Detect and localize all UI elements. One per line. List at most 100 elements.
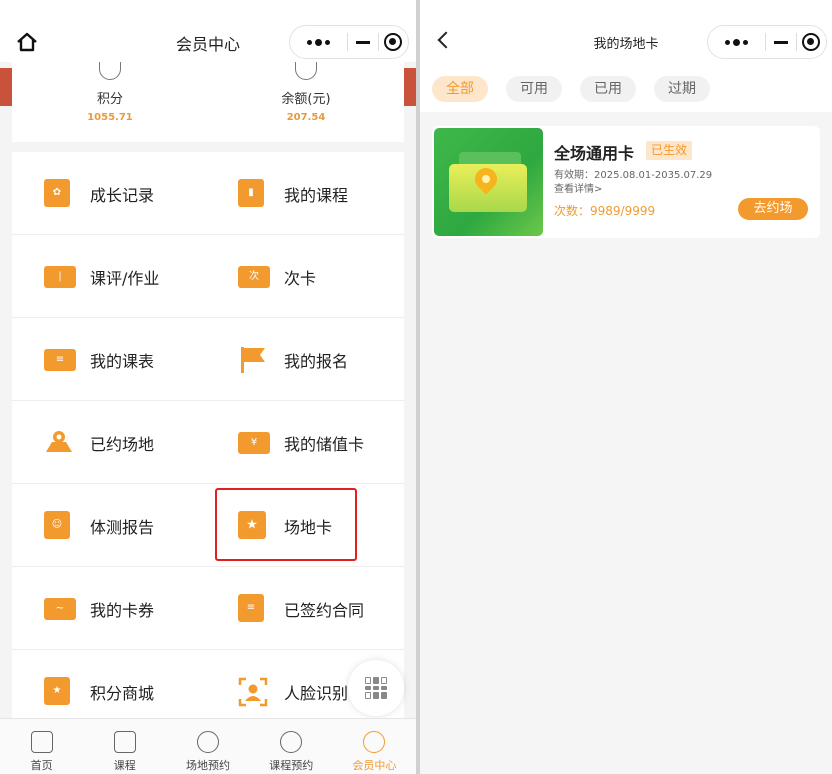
- menu-item-label: 体测报告: [90, 517, 155, 537]
- bag-icon: [113, 731, 136, 753]
- menu-item-my-registrations[interactable]: 我的报名: [238, 318, 404, 401]
- home-icon: [30, 731, 53, 753]
- menu-item-reviews-homework[interactable]: | 课评/作业: [44, 235, 234, 318]
- background-banner-edge: [0, 68, 12, 106]
- filter-used[interactable]: 已用: [580, 76, 636, 102]
- menu-item-timetable[interactable]: ≡ 我的课表: [44, 318, 234, 401]
- menu-row: 已约场地 ¥ 我的储值卡: [12, 401, 404, 484]
- tab-label: 课程预约: [269, 759, 314, 772]
- menu-item-label: 我的报名: [284, 351, 349, 371]
- open-book-icon: |: [44, 262, 76, 292]
- coupon-icon: ~: [44, 594, 76, 624]
- filter-all[interactable]: 全部: [432, 76, 488, 102]
- menu-item-label: 课评/作业: [90, 268, 160, 288]
- minimize-button[interactable]: [348, 40, 378, 44]
- venue-card-item[interactable]: 全场通用卡 已生效 有效期：2025.08.01-2035.07.29 查看详情…: [432, 126, 820, 238]
- user-icon: [363, 731, 386, 753]
- menu-item-label: 我的课表: [90, 351, 155, 371]
- venue-card-highlight-box: [215, 488, 357, 561]
- menu-item-label: 已签约合同: [284, 600, 365, 620]
- menu-row: ~ 我的卡券 ≡ 已签约合同: [12, 567, 404, 650]
- punch-card-icon: 次: [238, 262, 270, 292]
- menu-row: ✿ 成长记录 ▮ 我的课程: [12, 152, 404, 235]
- menu-item-label: 次卡: [284, 268, 317, 288]
- venue-card-page: 我的场地卡 全部 可用 已用 过期 全场通用卡 已生效 有效期：2025.08.…: [420, 0, 832, 774]
- menu-item-fitness-report[interactable]: ☺ 体测报告: [44, 484, 234, 567]
- nav-bar: 我的场地卡 全部 可用 已用 过期: [420, 0, 832, 112]
- fitness-report-icon: ☺: [44, 510, 74, 541]
- points-stat[interactable]: 积分 1055.71: [50, 62, 170, 123]
- usage-count: 次数：9989/9999: [554, 204, 656, 218]
- status-filter-tabs: 全部 可用 已用 过期: [432, 76, 710, 102]
- growth-record-icon: ✿: [44, 178, 74, 209]
- filter-expired[interactable]: 过期: [654, 76, 710, 102]
- clock-icon: [280, 731, 303, 753]
- menu-item-label: 我的储值卡: [284, 434, 365, 454]
- minimize-button[interactable]: [766, 40, 796, 44]
- qr-code-button[interactable]: [348, 660, 404, 716]
- status-badge: 已生效: [646, 141, 693, 160]
- menu-row: ★ 积分商城 人脸识别: [12, 650, 404, 722]
- card-thumbnail: [434, 128, 543, 236]
- face-recognition-icon: [238, 677, 268, 707]
- mini-program-capsule: [707, 25, 827, 59]
- tab-label: 会员中心: [352, 759, 397, 772]
- tab-member-center[interactable]: 会员中心: [333, 719, 416, 774]
- venue-map-icon: [44, 428, 74, 458]
- menu-item-label: 人脸识别: [284, 683, 349, 703]
- menu-item-my-coupons[interactable]: ~ 我的卡券: [44, 567, 234, 650]
- menu-item-my-courses[interactable]: ▮ 我的课程: [238, 152, 404, 235]
- tab-label: 场地预约: [186, 759, 230, 772]
- menu-item-label: 我的课程: [284, 185, 349, 205]
- member-menu-grid: ✿ 成长记录 ▮ 我的课程 | 课评/作业 次 次卡 ≡ 我的课表 我的报名 已…: [12, 152, 404, 722]
- flag-icon: [238, 345, 268, 375]
- menu-item-label: 已约场地: [90, 434, 155, 454]
- contract-icon: ≡: [238, 593, 268, 624]
- mini-program-capsule: [289, 25, 409, 59]
- menu-row: | 课评/作业 次 次卡: [12, 235, 404, 318]
- tab-courses[interactable]: 课程: [83, 719, 166, 774]
- tab-venue-booking[interactable]: 场地预约: [166, 719, 249, 774]
- more-menu-button[interactable]: [290, 38, 347, 46]
- filter-available[interactable]: 可用: [506, 76, 562, 102]
- menu-item-label: 我的卡券: [90, 600, 155, 620]
- balance-value: 207.54: [286, 112, 326, 123]
- background-banner-edge: [404, 68, 416, 106]
- menu-item-points-mall[interactable]: ★ 积分商城: [44, 650, 234, 722]
- balance-stat[interactable]: 余额(元) 207.54: [246, 62, 366, 123]
- card-title: 全场通用卡: [554, 144, 635, 163]
- screen: 会员中心 积分 1055.71 余额(元) 207.54 ✿ 成长记录 ▮ 我的…: [0, 0, 832, 774]
- menu-item-booked-venues[interactable]: 已约场地: [44, 401, 234, 484]
- tab-course-booking[interactable]: 课程预约: [250, 719, 333, 774]
- menu-item-growth-record[interactable]: ✿ 成长记录: [44, 152, 234, 235]
- more-menu-button[interactable]: [708, 38, 765, 46]
- coin-stack-icon: [99, 62, 121, 80]
- timetable-icon: ≡: [44, 345, 76, 375]
- menu-item-signed-contracts[interactable]: ≡ 已签约合同: [238, 567, 404, 650]
- close-mini-program-button[interactable]: [379, 33, 409, 51]
- nav-bar: 会员中心: [0, 0, 416, 62]
- menu-item-label: 成长记录: [90, 185, 155, 205]
- venue-icon: [197, 731, 219, 753]
- qr-code-icon: [365, 677, 387, 699]
- menu-item-punch-card[interactable]: 次 次卡: [238, 235, 404, 318]
- view-details-link[interactable]: 查看详情>: [554, 180, 602, 195]
- tab-label: 课程: [113, 759, 136, 772]
- stored-value-card-icon: ¥: [238, 428, 270, 458]
- points-value: 1055.71: [87, 112, 133, 123]
- balance-label: 余额(元): [281, 92, 331, 107]
- tab-home[interactable]: 首页: [0, 719, 83, 774]
- menu-item-stored-value-card[interactable]: ¥ 我的储值卡: [238, 401, 404, 484]
- points-mall-icon: ★: [44, 676, 74, 707]
- bottom-tab-bar: 首页 课程 场地预约 课程预约 会员中心: [0, 718, 416, 774]
- points-label: 积分: [96, 92, 123, 107]
- close-mini-program-button[interactable]: [797, 33, 827, 51]
- tab-label: 首页: [30, 759, 53, 772]
- course-book-icon: ▮: [238, 178, 268, 209]
- yuan-coin-icon: [295, 62, 317, 80]
- account-stats: 积分 1055.71 余额(元) 207.54: [12, 62, 404, 142]
- menu-row: ≡ 我的课表 我的报名: [12, 318, 404, 401]
- validity-period: 有效期：2025.08.01-2035.07.29: [554, 170, 713, 181]
- menu-item-label: 积分商城: [90, 683, 155, 703]
- book-venue-button[interactable]: 去约场: [738, 198, 808, 220]
